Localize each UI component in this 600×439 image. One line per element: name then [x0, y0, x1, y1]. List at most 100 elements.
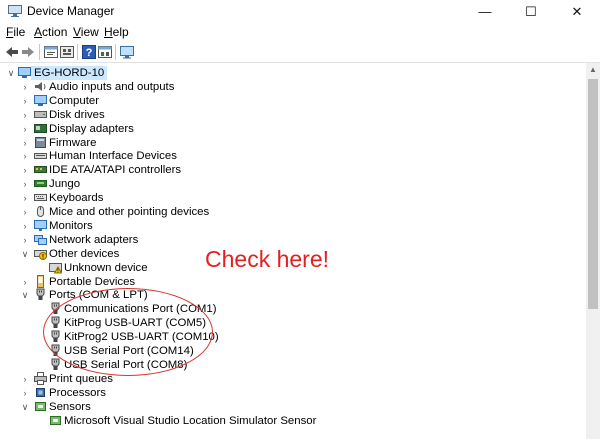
tree-category[interactable]: › Firmware [0, 136, 586, 150]
expand-chevron-icon[interactable]: › [20, 192, 30, 204]
maximize-button[interactable]: ☐ [508, 0, 554, 23]
expand-chevron-icon[interactable]: › [20, 150, 30, 162]
device-manager-app-icon [8, 5, 22, 17]
help-icon[interactable]: ? [81, 44, 97, 60]
collapse-chevron-icon[interactable]: ∨ [20, 289, 30, 301]
menu-view[interactable]: View [73, 25, 99, 39]
tree-category[interactable]: ∨ Sensors [0, 400, 586, 414]
tree-item-label: Unknown device [64, 261, 148, 274]
back-arrow-icon[interactable] [4, 44, 20, 60]
tree-item-label: Monitors [49, 219, 93, 232]
tree-category[interactable]: › Computer [0, 94, 586, 108]
tree-category[interactable]: › Jungo [0, 177, 586, 191]
close-button[interactable]: ✕ [554, 0, 600, 23]
tree-device[interactable]: KitProg2 USB-UART (COM10) [0, 330, 586, 344]
sensor-icon [49, 414, 62, 427]
expand-chevron-icon[interactable]: › [20, 220, 30, 232]
vertical-scrollbar[interactable]: ▲ [586, 63, 600, 439]
disk-drive-icon [34, 108, 47, 121]
tree-item-label: Disk drives [49, 108, 105, 121]
expand-chevron-icon[interactable]: › [20, 276, 30, 288]
expand-chevron-icon[interactable]: › [20, 206, 30, 218]
tree-item-label: Ports (COM & LPT) [49, 289, 148, 302]
expand-chevron-icon[interactable]: › [20, 373, 30, 385]
svg-text:?: ? [86, 47, 93, 59]
expand-chevron-icon[interactable]: › [20, 178, 30, 190]
tree-item-label: Mice and other pointing devices [49, 206, 210, 218]
tree-category[interactable]: › Disk drives [0, 108, 586, 122]
tree-device[interactable]: Microsoft Visual Studio Location Simulat… [0, 414, 586, 428]
expand-chevron-icon[interactable]: › [20, 95, 30, 107]
tree-category[interactable]: › Human Interface Devices [0, 149, 586, 163]
speaker-icon [34, 80, 47, 93]
tree-item-label: Portable Devices [49, 275, 136, 288]
update-driver-icon[interactable] [97, 44, 113, 60]
properties-icon[interactable] [43, 44, 59, 60]
tree-category[interactable]: › Print queues [0, 371, 586, 386]
tree-device[interactable]: USB Serial Port (COM8) [0, 358, 586, 372]
show-hidden-icon[interactable] [59, 44, 75, 60]
collapse-chevron-icon[interactable]: ∨ [20, 248, 30, 260]
expand-chevron-icon[interactable]: › [20, 234, 30, 246]
mouse-icon [34, 205, 47, 218]
tree-category[interactable]: › Monitors [0, 219, 586, 233]
tree-item-label: KitProg USB-UART (COM5) [64, 317, 206, 330]
tree-root[interactable]: ∨ EG-HORD-10 [0, 66, 586, 80]
menu-action[interactable]: Action [34, 25, 67, 39]
svg-text:!: ! [42, 254, 44, 260]
tree-category[interactable]: › Portable Devices [0, 274, 586, 289]
tree-item-label: Display adapters [49, 122, 134, 135]
port-icon [34, 288, 47, 301]
tree-category[interactable]: › IDE ATA/ATAPI controllers [0, 163, 586, 177]
jungo-icon [34, 177, 47, 190]
expand-chevron-icon[interactable]: › [20, 81, 30, 93]
tree-category[interactable]: › Mice and other pointing devices [0, 205, 586, 219]
tree-item-label: Firmware [49, 136, 97, 149]
expand-chevron-icon[interactable]: › [20, 137, 30, 149]
tree-item-label: Keyboards [49, 192, 104, 205]
collapse-chevron-icon[interactable]: ∨ [6, 67, 16, 79]
menu-bar: File Action View Help [0, 23, 600, 41]
port-icon [49, 358, 62, 371]
port-icon [49, 316, 62, 329]
hid-icon [34, 149, 47, 162]
window-title: Device Manager [27, 4, 115, 18]
expand-chevron-icon[interactable]: › [20, 164, 30, 176]
tree-category[interactable]: › Keyboards [0, 191, 586, 205]
monitor-icon [34, 219, 47, 232]
menu-help[interactable]: Help [104, 25, 129, 39]
tree-device[interactable]: KitProg USB-UART (COM5) [0, 316, 586, 330]
expand-chevron-icon[interactable]: › [20, 109, 30, 121]
scroll-thumb[interactable] [588, 79, 598, 309]
tree-item-label: Audio inputs and outputs [49, 80, 175, 93]
computer-icon [34, 94, 47, 107]
menu-file[interactable]: File [6, 25, 25, 39]
expand-chevron-icon[interactable]: › [20, 387, 30, 399]
tree-item-label: USB Serial Port (COM14) [64, 345, 194, 357]
expand-chevron-icon[interactable]: › [20, 123, 30, 135]
tree-device[interactable]: USB Serial Port (COM14) [0, 344, 586, 358]
monitor-icon[interactable] [119, 44, 135, 60]
tree-item-label: Other devices [49, 247, 120, 260]
minimize-button[interactable]: — [462, 0, 508, 23]
printer-icon [34, 371, 47, 385]
tree-item-label: USB Serial Port (COM8) [64, 358, 188, 371]
toolbar-separator [115, 44, 116, 60]
tree-category[interactable]: › Audio inputs and outputs [0, 80, 586, 94]
tree-category[interactable]: › Processors [0, 386, 586, 400]
tree-item-label: KitProg2 USB-UART (COM10) [64, 331, 219, 344]
toolbar-separator [77, 44, 78, 60]
tree-item-label: IDE ATA/ATAPI controllers [49, 164, 182, 177]
toolbar: ? [0, 41, 600, 63]
other-devices-icon: ! [34, 247, 47, 260]
tree-item-label: Human Interface Devices [49, 150, 177, 163]
tree-device[interactable]: Communications Port (COM1) [0, 302, 586, 316]
firmware-icon [34, 136, 47, 149]
forward-arrow-icon[interactable] [20, 44, 36, 60]
tree-item-label: Network adapters [49, 233, 139, 246]
scroll-up-arrow-icon[interactable]: ▲ [586, 63, 600, 77]
tree-category[interactable]: ∨ Ports (COM & LPT) [0, 288, 586, 302]
tree-category[interactable]: › Display adapters [0, 122, 586, 136]
collapse-chevron-icon[interactable]: ∨ [20, 401, 30, 413]
tree-category[interactable]: › Network adapters [0, 233, 586, 247]
